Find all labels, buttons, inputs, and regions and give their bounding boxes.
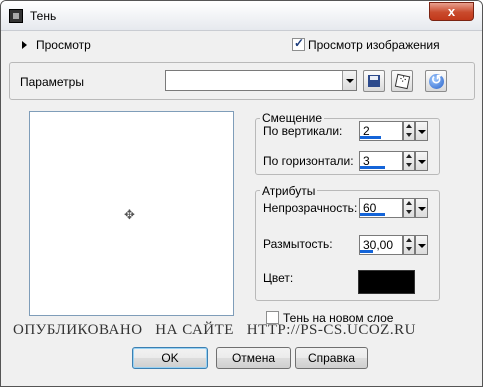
horizontal-dropdown-button[interactable] bbox=[415, 151, 428, 171]
help-button[interactable]: Справка bbox=[295, 347, 368, 369]
opacity-label: Непрозрачность: bbox=[263, 201, 358, 215]
horizontal-level-bar bbox=[360, 166, 385, 169]
offset-group-title: Смещение bbox=[260, 111, 325, 125]
window-title: Тень bbox=[30, 9, 57, 23]
vertical-spinner[interactable]: 2 bbox=[359, 121, 429, 141]
attributes-group-title: Атрибуты bbox=[260, 184, 318, 198]
expand-arrow-icon[interactable] bbox=[22, 41, 27, 49]
floppy-disk-icon bbox=[368, 75, 380, 87]
preset-select[interactable] bbox=[165, 70, 357, 91]
chevron-down-icon[interactable] bbox=[342, 71, 356, 90]
ok-button[interactable]: OK bbox=[132, 347, 208, 369]
vertical-stepper[interactable] bbox=[403, 121, 415, 141]
opacity-level-bar bbox=[360, 213, 385, 216]
color-label: Цвет: bbox=[263, 271, 294, 285]
title-bar: Тень x bbox=[1, 1, 482, 31]
dice-icon bbox=[394, 73, 411, 90]
vertical-dropdown-button[interactable] bbox=[415, 121, 428, 141]
preview-canvas[interactable]: ✥ bbox=[29, 111, 234, 316]
color-swatch[interactable] bbox=[358, 270, 415, 294]
opacity-stepper[interactable] bbox=[403, 198, 415, 218]
opacity-spinner[interactable]: 60 bbox=[359, 198, 429, 218]
horizontal-spinner[interactable]: 3 bbox=[359, 151, 429, 171]
vertical-label: По вертикали: bbox=[263, 124, 343, 138]
blur-label: Размытость: bbox=[263, 237, 333, 251]
presets-label: Параметры bbox=[20, 75, 84, 89]
reset-icon bbox=[429, 72, 444, 89]
shadow-dialog: Тень x Просмотр Просмотр изображения Пар… bbox=[0, 0, 483, 387]
randomize-button[interactable] bbox=[391, 70, 413, 92]
blur-level-bar bbox=[360, 250, 373, 253]
reset-button[interactable] bbox=[425, 70, 447, 92]
app-icon bbox=[9, 9, 23, 23]
blur-spinner[interactable]: 30,00 bbox=[359, 235, 429, 255]
image-preview-checkbox[interactable] bbox=[292, 36, 305, 51]
close-button[interactable]: x bbox=[429, 2, 474, 21]
vertical-level-bar bbox=[360, 136, 381, 139]
watermark-text: ОПУБЛИКОВАНО НА САЙТЕ HTTP://PS-CS.UCOZ.… bbox=[13, 322, 416, 338]
save-preset-button[interactable] bbox=[363, 70, 385, 92]
preview-toggle-label[interactable]: Просмотр bbox=[36, 38, 91, 52]
blur-dropdown-button[interactable] bbox=[415, 235, 428, 255]
cancel-button[interactable]: Отмена bbox=[216, 347, 291, 369]
blur-stepper[interactable] bbox=[403, 235, 415, 255]
horizontal-label: По горизонтали: bbox=[263, 154, 354, 168]
image-preview-label: Просмотр изображения bbox=[308, 38, 440, 52]
horizontal-stepper[interactable] bbox=[403, 151, 415, 171]
opacity-dropdown-button[interactable] bbox=[415, 198, 428, 218]
pan-crosshair-icon[interactable]: ✥ bbox=[124, 207, 135, 223]
